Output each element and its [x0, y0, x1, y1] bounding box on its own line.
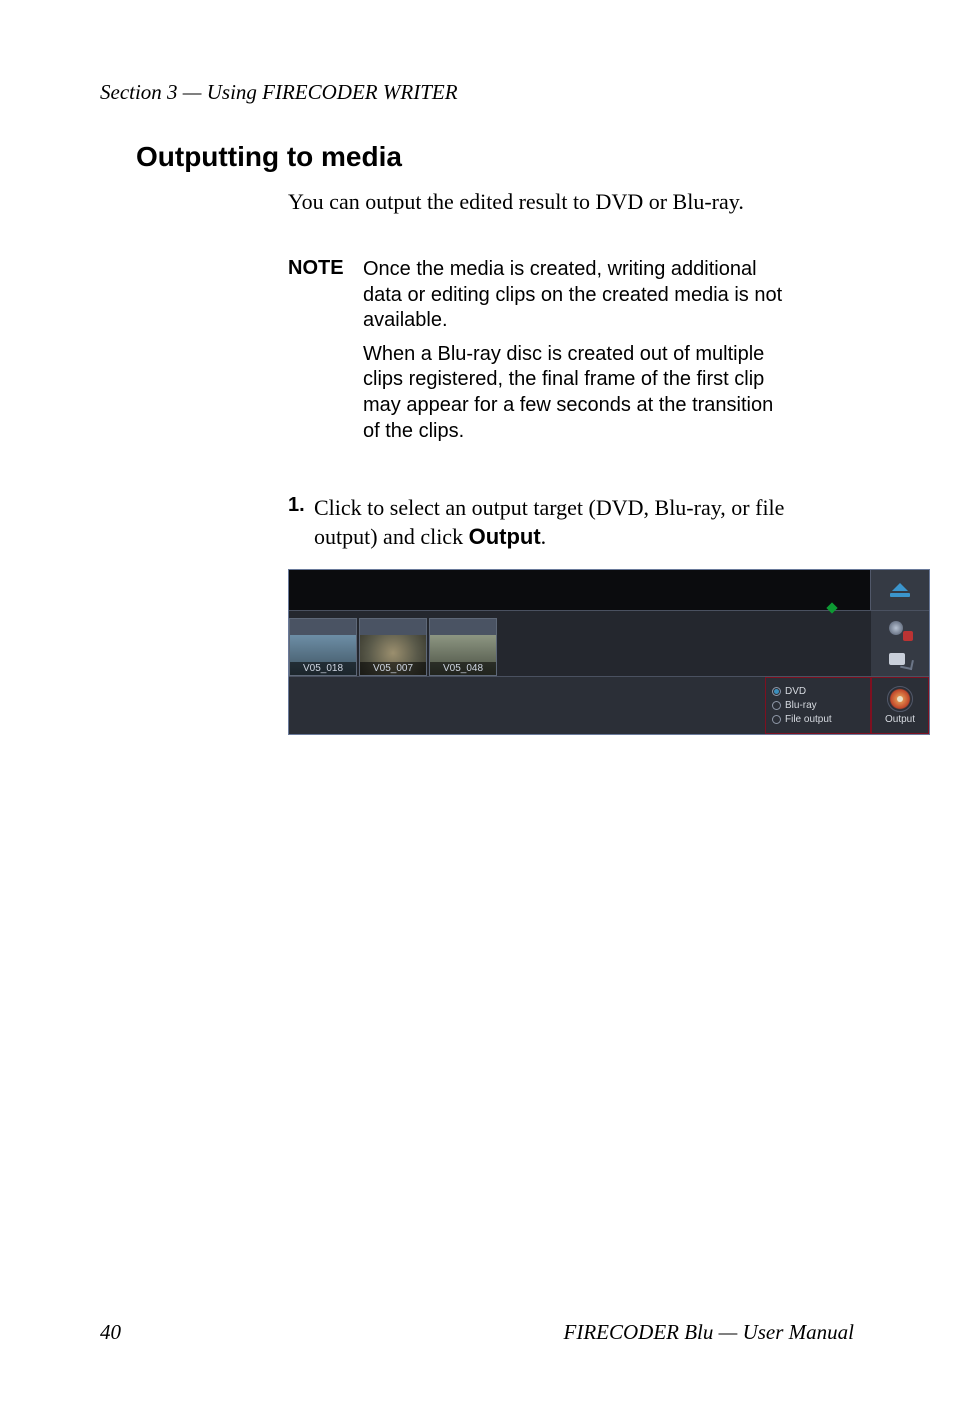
clip-strip-row: V05_018 V05_007 V05_048 — [289, 610, 929, 676]
radio-dot-icon — [772, 687, 781, 696]
side-tool-cell — [871, 611, 929, 676]
clip-label: V05_007 — [360, 662, 426, 675]
page-number: 40 — [100, 1320, 121, 1345]
burn-disc-icon — [887, 686, 913, 712]
eject-icon[interactable] — [888, 583, 912, 597]
radio-dot-icon — [772, 701, 781, 710]
footer-product: FIRECODER Blu — [564, 1320, 714, 1344]
app-screenshot: V05_018 V05_007 V05_048 — [288, 569, 930, 735]
footer-doc-title: FIRECODER Blu — User Manual — [564, 1320, 855, 1345]
output-button-label: Output — [885, 714, 915, 725]
step-text-before: Click to select an output target (DVD, B… — [314, 495, 784, 549]
radio-bluray-label: Blu-ray — [785, 700, 817, 711]
output-button[interactable]: Output — [871, 677, 929, 734]
running-header: Section 3 — Using FIRECODER WRITER — [100, 80, 854, 105]
timeline-track[interactable] — [289, 570, 871, 610]
clip-thumbnail[interactable]: V05_007 — [359, 618, 427, 676]
step-1: 1. Click to select an output target (DVD… — [288, 494, 794, 551]
footer-sep: — — [713, 1320, 742, 1344]
clip-thumbnail[interactable]: V05_018 — [289, 618, 357, 676]
step-text: Click to select an output target (DVD, B… — [314, 494, 794, 551]
clip-thumbnail[interactable]: V05_048 — [429, 618, 497, 676]
radio-dvd-label: DVD — [785, 686, 806, 697]
step-text-after: . — [541, 524, 547, 549]
intro-paragraph: You can output the edited result to DVD … — [288, 189, 794, 215]
clip-label: V05_048 — [430, 662, 496, 675]
page: Section 3 — Using FIRECODER WRITER Outpu… — [0, 0, 954, 1409]
note-body: Once the media is created, writing addit… — [363, 257, 794, 452]
radio-file-output-label: File output — [785, 714, 832, 725]
clip-label: V05_018 — [290, 662, 356, 675]
eject-cell — [871, 570, 929, 610]
output-row-spacer — [289, 677, 765, 734]
note-block: NOTE Once the media is created, writing … — [288, 257, 794, 452]
step-ui-word: Output — [469, 524, 541, 549]
disc-swap-icon[interactable] — [887, 619, 913, 641]
footer-doc: User Manual — [743, 1320, 854, 1344]
clip-strip: V05_018 V05_007 V05_048 — [289, 611, 871, 676]
step-number: 1. — [288, 494, 314, 517]
note-paragraph-1: Once the media is created, writing addit… — [363, 257, 794, 334]
section-heading: Outputting to media — [136, 141, 854, 173]
radio-file-output[interactable]: File output — [772, 714, 864, 725]
note-paragraph-2: When a Blu-ray disc is created out of mu… — [363, 342, 794, 444]
page-footer: 40 FIRECODER Blu — User Manual — [100, 1320, 854, 1345]
folder-swap-icon[interactable] — [887, 647, 913, 669]
screenshot-wrapper: V05_018 V05_007 V05_048 — [288, 569, 932, 735]
output-target-group: DVD Blu-ray File output — [765, 677, 871, 734]
note-label: NOTE — [288, 257, 363, 280]
radio-bluray[interactable]: Blu-ray — [772, 700, 864, 711]
radio-dvd[interactable]: DVD — [772, 686, 864, 697]
output-row: DVD Blu-ray File output Output — [289, 676, 929, 734]
radio-dot-icon — [772, 715, 781, 724]
timeline-row — [289, 570, 929, 610]
